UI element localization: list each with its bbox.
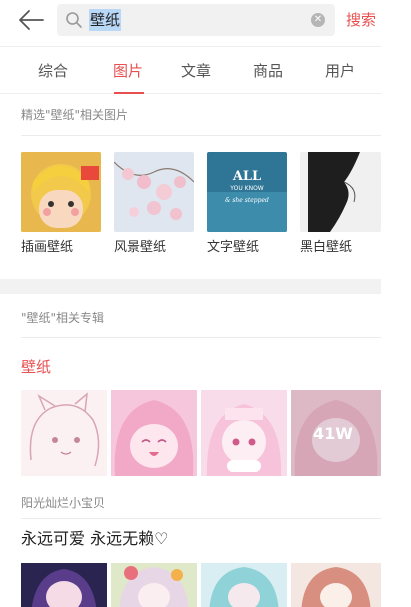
album-image[interactable]: [291, 563, 381, 607]
text-wallpaper-line-2: YOU KNOW: [229, 185, 264, 192]
black-white-wallpaper-thumb[interactable]: [300, 152, 381, 232]
album-image[interactable]: [201, 390, 287, 476]
album-count-overlay: 41W: [313, 424, 353, 443]
album-author[interactable]: 阳光灿烂小宝贝: [21, 495, 105, 511]
tab-products[interactable]: 商品: [238, 61, 298, 81]
text-wallpaper-thumb[interactable]: ALL YOU KNOW & she stepped: [207, 152, 287, 232]
text-wallpaper-label[interactable]: 文字壁纸: [207, 240, 259, 256]
related-images-heading: 精选"壁纸"相关图片: [21, 108, 129, 122]
search-icon: [66, 12, 82, 28]
landscape-wallpaper-thumb[interactable]: [114, 152, 194, 232]
category-tabs: 综合 图片 文章 商品 用户: [0, 46, 381, 94]
landscape-wallpaper-label[interactable]: 风景壁纸: [114, 240, 166, 256]
anime-girl-image: [201, 390, 287, 476]
album-image-with-count[interactable]: 41W: [291, 390, 381, 476]
section-separator: [0, 279, 381, 294]
divider: [21, 135, 381, 136]
tab-comprehensive[interactable]: 综合: [23, 61, 83, 81]
album-image[interactable]: [21, 390, 107, 476]
tab-articles[interactable]: 文章: [166, 61, 226, 81]
anime-girl-image: [111, 390, 197, 476]
illustration-image: [21, 152, 101, 232]
search-input[interactable]: 壁纸: [89, 9, 122, 31]
divider: [21, 518, 381, 519]
back-arrow-icon[interactable]: [18, 9, 44, 31]
album-image[interactable]: [21, 563, 107, 607]
anime-girl-image: [201, 563, 287, 607]
album-image[interactable]: [201, 563, 287, 607]
search-button[interactable]: 搜索: [346, 10, 376, 30]
black-white-image: [300, 152, 381, 232]
album-title[interactable]: 永远可爱 永远无赖♡: [21, 529, 168, 549]
tab-users[interactable]: 用户: [310, 61, 370, 81]
album-image[interactable]: [111, 563, 197, 607]
anime-girl-image: [111, 563, 197, 607]
black-white-wallpaper-label[interactable]: 黑白壁纸: [300, 240, 352, 256]
landscape-image: [114, 152, 194, 232]
related-albums-heading: "壁纸"相关专辑: [21, 311, 105, 325]
search-header: 壁纸 ✕ 搜索: [0, 0, 411, 42]
text-wallpaper-line-1: ALL: [232, 169, 261, 184]
tab-images[interactable]: 图片: [98, 61, 158, 81]
illustration-wallpaper-label[interactable]: 插画壁纸: [21, 240, 73, 256]
text-wallpaper-line-3: & she stepped: [225, 197, 269, 204]
active-tab-indicator: [114, 92, 144, 94]
album-title[interactable]: 壁纸: [21, 357, 51, 377]
search-box[interactable]: 壁纸 ✕: [57, 4, 335, 36]
divider: [21, 337, 381, 338]
anime-girl-image: [21, 390, 107, 476]
anime-girl-image: [21, 563, 107, 607]
clear-icon[interactable]: ✕: [311, 13, 325, 27]
illustration-wallpaper-thumb[interactable]: [21, 152, 101, 232]
right-margin: [381, 0, 411, 607]
text-wallpaper-image: ALL YOU KNOW & she stepped: [207, 152, 287, 232]
album-image[interactable]: [111, 390, 197, 476]
anime-girl-image: [291, 563, 381, 607]
